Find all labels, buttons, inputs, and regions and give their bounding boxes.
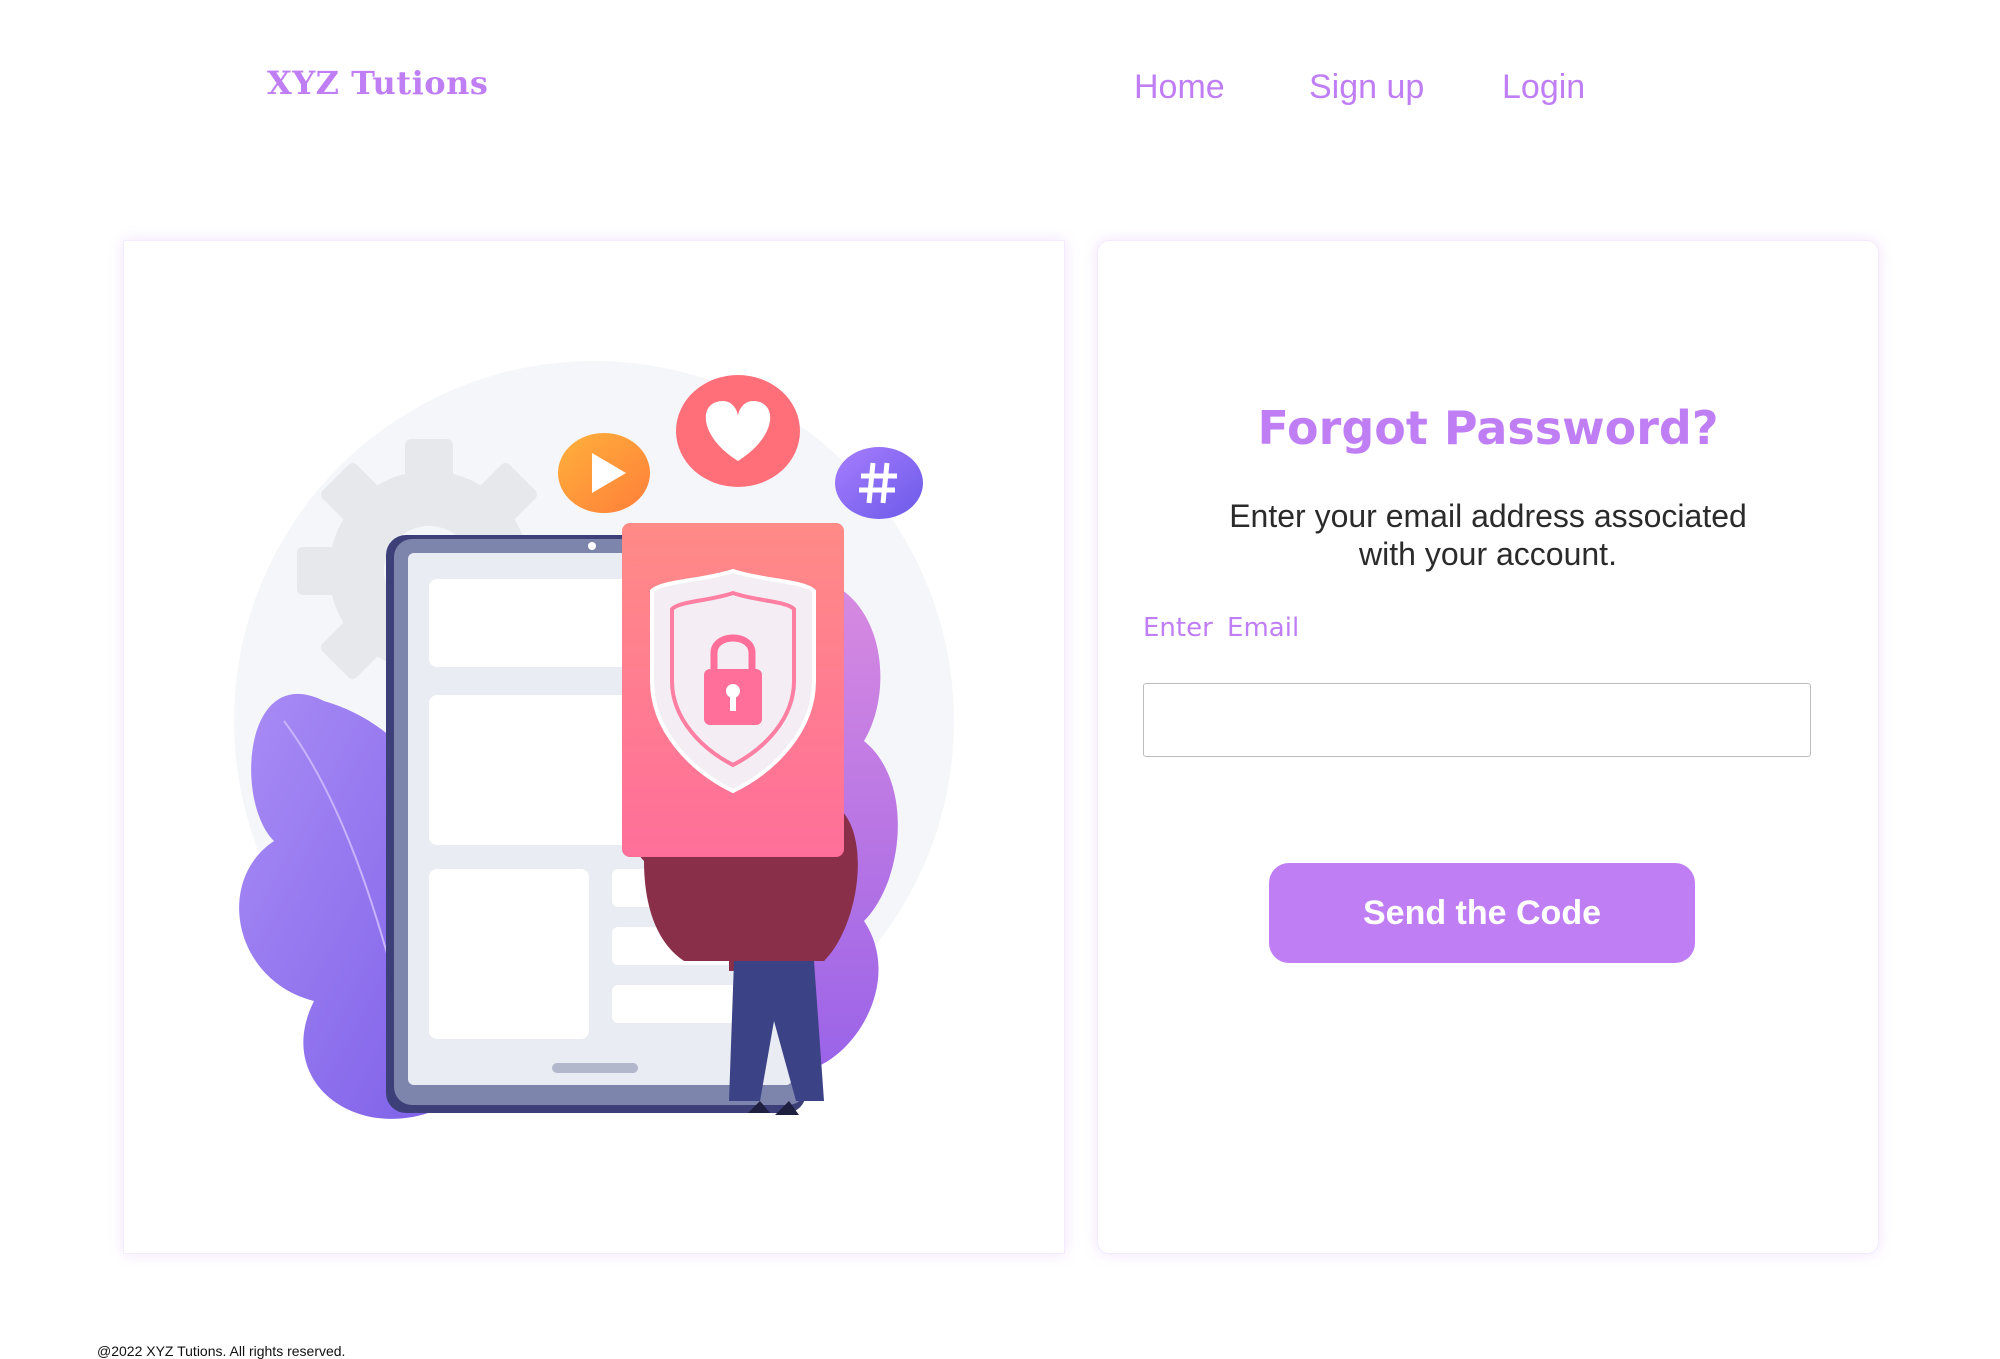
footer-copyright: @2022 XYZ Tutions. All rights reserved. — [97, 1343, 346, 1359]
hashtag-icon — [835, 447, 923, 519]
nav-login-link[interactable]: Login — [1502, 68, 1585, 107]
forgot-password-card: Forgot Password? Enter your email addres… — [1097, 240, 1879, 1254]
site-logo[interactable]: XYZ Tutions — [267, 64, 488, 102]
illustration-card — [123, 240, 1065, 1254]
heart-icon — [676, 375, 800, 487]
page-title: Forgot Password? — [1257, 401, 1719, 455]
play-icon — [558, 433, 650, 513]
page-subtitle: Enter your email address associated with… — [1229, 498, 1747, 572]
email-label: Enter Email — [1143, 613, 1300, 643]
nav-home-link[interactable]: Home — [1134, 68, 1225, 107]
security-illustration — [234, 361, 954, 1119]
email-input[interactable] — [1143, 683, 1811, 757]
nav-signup-link[interactable]: Sign up — [1309, 68, 1424, 107]
send-code-button[interactable]: Send the Code — [1269, 863, 1695, 963]
security-card — [622, 523, 844, 857]
